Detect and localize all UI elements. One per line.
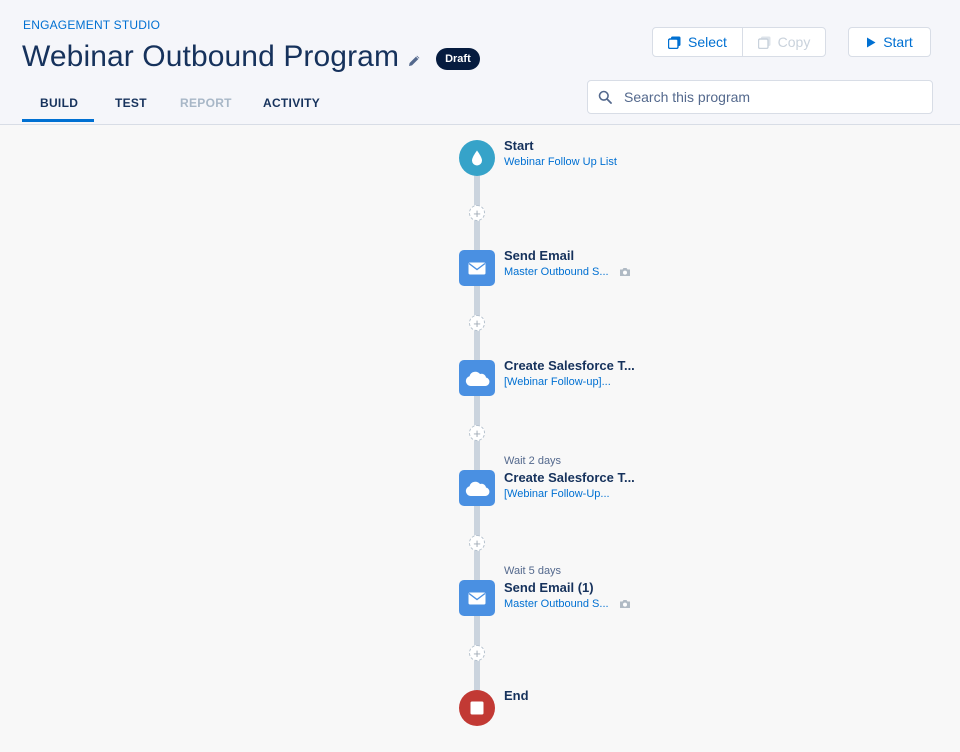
search-icon <box>598 90 612 104</box>
step-text: End <box>504 688 529 703</box>
copy-button-label: Copy <box>777 34 811 50</box>
step-text: Send Email Master Outbound S... <box>504 248 631 278</box>
add-step-button[interactable]: + <box>469 535 485 551</box>
plus-icon: + <box>473 645 481 661</box>
search-box <box>587 80 933 114</box>
flow-step-start: Start Webinar Follow Up List <box>459 138 617 176</box>
copy-icon <box>757 36 771 49</box>
camera-icon[interactable] <box>619 599 631 609</box>
start-button[interactable]: Start <box>848 27 931 57</box>
step-text: Wait 2 days Create Salesforce T... [Webi… <box>504 455 635 500</box>
step-text: Start Webinar Follow Up List <box>504 138 617 168</box>
envelope-icon <box>468 262 486 275</box>
flow-step-salesforce-task: Wait 2 days Create Salesforce T... [Webi… <box>459 455 635 506</box>
tab-report-label: REPORT <box>180 96 232 110</box>
step-subtitle: Master Outbound S... <box>504 598 609 610</box>
tab-bar: BUILD TEST REPORT ACTIVITY <box>22 96 352 124</box>
step-title: End <box>504 688 529 703</box>
start-button-label: Start <box>883 34 913 50</box>
step-subtitle-link[interactable]: Webinar Follow Up List <box>504 156 617 168</box>
end-node[interactable] <box>459 690 495 726</box>
envelope-icon <box>468 592 486 605</box>
add-step-button[interactable]: + <box>469 645 485 661</box>
select-icon <box>668 36 681 49</box>
play-icon <box>866 37 876 48</box>
camera-icon[interactable] <box>619 267 631 277</box>
step-title: Create Salesforce T... <box>504 358 635 373</box>
flow-step-send-email: Send Email Master Outbound S... <box>459 248 630 286</box>
add-step-button[interactable]: + <box>469 315 485 331</box>
step-wait-label: Wait 2 days <box>504 455 562 467</box>
water-drop-icon <box>471 150 483 166</box>
send-email-node[interactable] <box>459 580 495 616</box>
search-input[interactable] <box>622 88 916 106</box>
step-subtitle-link[interactable]: [Webinar Follow-Up... <box>504 488 635 500</box>
select-button-label: Select <box>688 34 727 50</box>
salesforce-cloud-icon <box>464 479 490 497</box>
tab-activity[interactable]: ACTIVITY <box>262 96 352 122</box>
step-subtitle-link[interactable]: Master Outbound S... <box>504 266 631 278</box>
tab-build-label: BUILD <box>40 96 79 110</box>
tab-activity-label: ACTIVITY <box>263 96 321 110</box>
tab-test-label: TEST <box>115 96 147 110</box>
step-text: Create Salesforce T... [Webinar Follow-u… <box>504 358 635 388</box>
flow-step-salesforce-task: Create Salesforce T... [Webinar Follow-u… <box>459 358 635 396</box>
step-text: Wait 5 days Send Email (1) Master Outbou… <box>504 565 631 610</box>
plus-icon: + <box>473 425 481 441</box>
step-title: Create Salesforce T... <box>504 470 635 485</box>
plus-icon: + <box>473 205 481 221</box>
tab-build[interactable]: BUILD <box>22 96 94 122</box>
add-step-button[interactable]: + <box>469 425 485 441</box>
salesforce-task-node[interactable] <box>459 470 495 506</box>
title-row: Webinar Outbound Program Draft <box>22 40 480 74</box>
step-title: Start <box>504 138 534 153</box>
step-title: Send Email (1) <box>504 580 594 595</box>
step-subtitle-link[interactable]: [Webinar Follow-up]... <box>504 376 635 388</box>
page-title: Webinar Outbound Program <box>22 40 400 73</box>
step-subtitle: [Webinar Follow-Up... <box>504 488 610 500</box>
tab-test[interactable]: TEST <box>94 96 178 122</box>
select-copy-group: Select Copy <box>652 27 826 57</box>
flow-step-end: End <box>459 688 529 726</box>
plus-icon: + <box>473 315 481 331</box>
status-badge: Draft <box>436 48 480 70</box>
breadcrumb[interactable]: ENGAGEMENT STUDIO <box>23 18 160 32</box>
add-step-button[interactable]: + <box>469 205 485 221</box>
program-header: ENGAGEMENT STUDIO Webinar Outbound Progr… <box>0 0 960 125</box>
pencil-icon[interactable] <box>408 53 422 67</box>
copy-button: Copy <box>743 28 825 56</box>
select-button[interactable]: Select <box>653 28 743 56</box>
stop-icon <box>470 701 484 715</box>
salesforce-cloud-icon <box>464 369 490 387</box>
salesforce-task-node[interactable] <box>459 360 495 396</box>
plus-icon: + <box>473 535 481 551</box>
send-email-node[interactable] <box>459 250 495 286</box>
start-node[interactable] <box>459 140 495 176</box>
tab-report: REPORT <box>178 96 262 122</box>
step-subtitle: Webinar Follow Up List <box>504 156 617 168</box>
step-subtitle-link[interactable]: Master Outbound S... <box>504 598 631 610</box>
flow-step-send-email: Wait 5 days Send Email (1) Master Outbou… <box>459 565 630 616</box>
step-subtitle: Master Outbound S... <box>504 266 609 278</box>
step-wait-label: Wait 5 days <box>504 565 562 577</box>
step-title: Send Email <box>504 248 575 263</box>
step-subtitle: [Webinar Follow-up]... <box>504 376 611 388</box>
